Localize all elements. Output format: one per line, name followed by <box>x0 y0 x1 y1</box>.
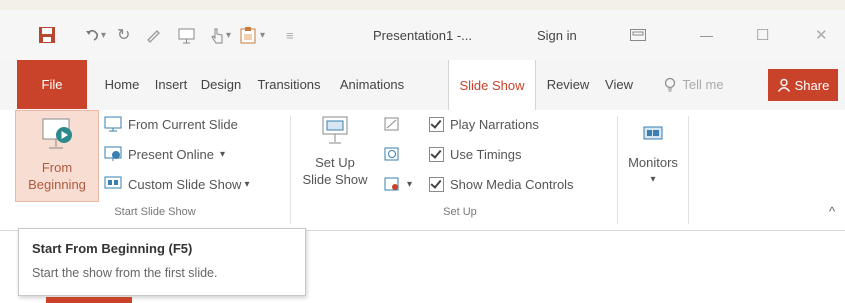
present-online-dropdown[interactable]: ▾ <box>220 149 225 160</box>
clipboard-qat-button[interactable] <box>240 10 256 60</box>
window-top-edge <box>0 0 845 10</box>
undo-button[interactable] <box>84 10 100 60</box>
from-beginning-icon <box>42 118 72 149</box>
tell-me-search[interactable]: Tell me <box>644 60 744 109</box>
tab-design[interactable]: Design <box>196 60 246 109</box>
show-media-controls-label: Show Media Controls <box>450 176 574 192</box>
from-current-slide-label: From Current Slide <box>128 116 238 132</box>
redo-button[interactable]: ↻ <box>117 10 130 60</box>
tab-file[interactable]: File <box>17 60 87 109</box>
share-button[interactable]: Share <box>768 69 838 101</box>
use-timings-checkbox[interactable]: Use Timings <box>429 143 522 165</box>
tab-view[interactable]: View <box>601 60 637 109</box>
redo-icon: ↻ <box>117 27 131 44</box>
present-online-label: Present Online <box>128 146 214 162</box>
document-title: Presentation1 -... <box>373 27 472 43</box>
tab-insert[interactable]: Insert <box>150 60 192 109</box>
custom-slide-show-label: Custom Slide Show <box>128 176 242 192</box>
qat-separator-icon: ≡ <box>286 27 294 43</box>
tell-me-label: Tell me <box>682 77 724 92</box>
custom-slide-show-dropdown[interactable]: ▾ <box>244 179 249 190</box>
ribbon-slide-show: From Beginning From Current Slide Presen… <box>0 110 845 231</box>
set-up-slide-show-button[interactable]: Set Up Slide Show <box>296 110 374 200</box>
tab-home[interactable]: Home <box>97 60 147 109</box>
slide-thumbnail-edge <box>46 297 132 303</box>
hide-slide-icon <box>384 117 399 131</box>
ribbon-display-options-button[interactable] <box>630 10 646 60</box>
tab-animations[interactable]: Animations <box>332 60 412 109</box>
from-beginning-label-line2: Beginning <box>28 177 86 192</box>
touch-mode-button[interactable] <box>145 10 161 60</box>
record-slide-show-button[interactable]: ▾ <box>383 173 412 195</box>
maximize-button[interactable]: ☐ <box>756 10 769 60</box>
set-up-label-line1: Set Up <box>315 155 355 170</box>
monitors-label: Monitors <box>628 155 678 170</box>
tab-transitions[interactable]: Transitions <box>249 60 329 109</box>
customize-qat-button[interactable] <box>210 10 224 60</box>
minimize-button[interactable]: — <box>700 10 713 60</box>
monitor-icon <box>643 126 663 140</box>
play-narrations-checkbox[interactable]: Play Narrations <box>429 113 539 135</box>
use-timings-label: Use Timings <box>450 146 522 162</box>
from-current-slide-icon <box>104 116 122 132</box>
monitors-dropdown[interactable]: ▾ <box>622 171 684 188</box>
group-label-start-slide-show: Start Slide Show <box>114 206 196 218</box>
ribbon-tabs: File Home Insert Design Transitions Anim… <box>0 60 845 111</box>
qat-dropdown[interactable]: ▾ <box>226 10 231 60</box>
show-media-controls-check[interactable] <box>429 176 444 192</box>
monitors-button[interactable]: Monitors ▾ <box>622 110 684 200</box>
present-online-button[interactable]: Present Online ▾ <box>104 143 225 165</box>
from-beginning-label-line1: From <box>41 160 73 175</box>
undo-icon <box>86 29 98 41</box>
play-narrations-check[interactable] <box>429 116 444 132</box>
lightbulb-icon <box>665 77 676 91</box>
record-slide-show-dropdown[interactable]: ▾ <box>407 179 412 190</box>
from-beginning-button[interactable]: From Beginning <box>15 110 99 202</box>
share-label: Share <box>794 77 830 93</box>
play-narrations-label: Play Narrations <box>450 116 539 132</box>
sign-in-link[interactable]: Sign in <box>537 10 577 60</box>
tooltip: Start From Beginning (F5) Start the show… <box>18 228 306 296</box>
title-bar: ▾ ↻ ▾ ▾ ≡ Presentation1 -... Sign in — ☐… <box>0 10 845 60</box>
ribbon-display-icon <box>630 29 646 41</box>
pen-icon <box>147 30 160 43</box>
custom-slide-show-icon <box>104 176 122 189</box>
rehearse-timings-button[interactable] <box>383 143 407 165</box>
group-separator <box>290 116 291 224</box>
use-timings-check[interactable] <box>429 146 444 162</box>
from-current-slide-button[interactable]: From Current Slide <box>104 113 238 135</box>
group-separator <box>688 116 689 224</box>
hide-slide-button[interactable] <box>383 113 407 135</box>
group-label-set-up: Set Up <box>443 206 477 218</box>
save-icon <box>39 27 55 43</box>
tab-slide-show[interactable]: Slide Show <box>448 60 536 110</box>
record-slide-show-icon <box>384 177 399 191</box>
tab-review[interactable]: Review <box>537 60 599 109</box>
touch-icon <box>211 28 223 43</box>
tooltip-title: Start From Beginning (F5) <box>32 241 193 256</box>
person-icon <box>777 78 790 92</box>
present-online-icon <box>104 146 122 161</box>
set-up-slide-show-icon <box>322 116 348 144</box>
show-media-controls-checkbox[interactable]: Show Media Controls <box>429 173 574 195</box>
presentation-icon <box>178 28 195 43</box>
tooltip-description: Start the show from the first slide. <box>32 266 218 280</box>
qat-more-dropdown[interactable]: ▾ <box>260 10 265 60</box>
rehearse-timings-icon <box>384 147 399 161</box>
save-button[interactable] <box>38 10 56 60</box>
from-beginning-qat-button[interactable] <box>178 10 195 60</box>
set-up-label-line2: Slide Show <box>302 172 368 187</box>
clipboard-icon <box>240 27 256 44</box>
close-button[interactable]: ✕ <box>815 10 828 60</box>
undo-dropdown[interactable]: ▾ <box>101 10 106 60</box>
custom-slide-show-button[interactable]: Custom Slide Show ▾ <box>104 173 249 195</box>
collapse-ribbon-button[interactable]: ^ <box>829 204 835 219</box>
group-separator <box>617 116 618 224</box>
